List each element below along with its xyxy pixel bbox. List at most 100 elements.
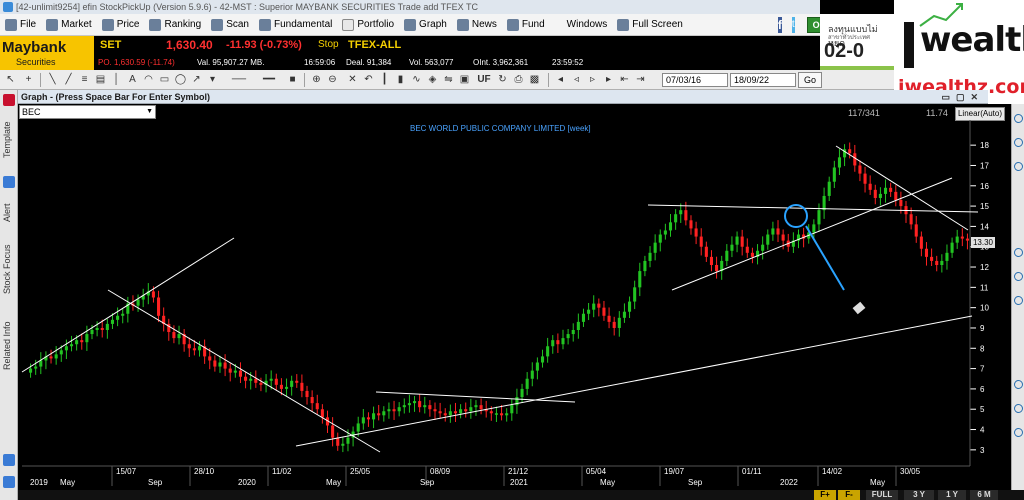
tool-circle-icon[interactable]: [1014, 272, 1023, 281]
scroll-next-icon[interactable]: ▹: [586, 73, 599, 86]
broker-sub: Securities: [16, 57, 56, 67]
tab-related-info[interactable]: Related Info: [2, 321, 12, 370]
text-tool-icon[interactable]: A: [126, 73, 139, 86]
tool-circle-icon[interactable]: [1014, 162, 1023, 171]
channel-tool-icon[interactable]: ≡: [78, 73, 91, 86]
expand-icon[interactable]: ⇤: [618, 73, 631, 86]
vline-tool-icon[interactable]: │: [110, 73, 123, 86]
scroll-first-icon[interactable]: ◂: [554, 73, 567, 86]
line-width-select[interactable]: ━━: [256, 73, 282, 86]
ad-banner[interactable]: ลงทุนแบบไม่หยุด สาขาทั่วประเทศ 02-0: [820, 14, 894, 70]
zoom-in-icon[interactable]: ⊕: [310, 73, 323, 86]
menu-item-ranking[interactable]: Ranking: [144, 14, 206, 36]
candle-type-icon[interactable]: ┃: [378, 73, 391, 86]
line-tool-icon[interactable]: ╲: [46, 73, 59, 86]
file-icon: [5, 18, 17, 31]
maybank-logo: Maybank Securities: [0, 36, 94, 70]
color-picker-icon[interactable]: ■: [286, 73, 299, 86]
style-tool-icon[interactable]: ▾: [206, 73, 219, 86]
menu-item-fund[interactable]: Fund: [502, 14, 550, 36]
broker-name: Maybank: [2, 39, 67, 56]
pointer-icon[interactable]: ↖: [4, 73, 17, 86]
menu-item-fundamental[interactable]: Fundamental: [254, 14, 337, 36]
uf-button[interactable]: UF: [476, 73, 492, 86]
tool-circle-icon[interactable]: [1014, 404, 1023, 413]
line-style-select[interactable]: ──: [226, 73, 252, 86]
menu-label: Market: [61, 19, 92, 30]
vol-value: Vol. 563,077: [409, 58, 454, 67]
menu-label: Portfolio: [357, 19, 395, 30]
date-to-input[interactable]: 18/09/22: [730, 73, 796, 87]
scan-icon: [211, 18, 224, 31]
bar-type-icon[interactable]: ▮: [394, 73, 407, 86]
menu-item-price[interactable]: Price: [97, 14, 145, 36]
tool-circle-icon[interactable]: [1014, 138, 1023, 147]
set-change: -11.93 (-0.73%): [226, 39, 302, 51]
zoom-out-icon[interactable]: ⊖: [326, 73, 339, 86]
font-bigger-icon[interactable]: F+: [814, 490, 836, 500]
graph-window-header: Graph - (Press Space Bar For Enter Symbo…: [18, 90, 988, 104]
ellipse-tool-icon[interactable]: ◯: [174, 73, 187, 86]
crosshair-icon[interactable]: +: [22, 73, 35, 86]
period-1y-button[interactable]: 1 Y: [938, 490, 966, 500]
window-controls[interactable]: ▭▢✕: [941, 90, 984, 104]
chart-area[interactable]: BEC ▼ 117/341 11.74 Linear(Auto): [18, 104, 1005, 490]
period-full-button[interactable]: FULL: [866, 490, 898, 500]
window-title: [42-unlimit9254] efin StockPickUp (Versi…: [16, 2, 479, 12]
go-button[interactable]: Go: [798, 72, 822, 88]
facebook-icon[interactable]: f: [777, 16, 782, 33]
tab-stock-focus[interactable]: Stock Focus: [2, 244, 12, 294]
graph-icon: [404, 18, 417, 31]
set-value: 1,630.40: [166, 38, 213, 52]
rect-tool-icon[interactable]: ▭: [158, 73, 171, 86]
arrow-tool-icon[interactable]: ↗: [190, 73, 203, 86]
tool-circle-icon[interactable]: [1014, 380, 1023, 389]
menu-item-windows[interactable]: Windows: [562, 14, 613, 36]
tool-circle-icon[interactable]: [1014, 428, 1023, 437]
scroll-prev-icon[interactable]: ◃: [570, 73, 583, 86]
fibo-tool-icon[interactable]: ▤: [94, 73, 107, 86]
menu-item-scan[interactable]: Scan: [206, 14, 254, 36]
period-3y-button[interactable]: 3 Y: [904, 490, 934, 500]
indicator-icon[interactable]: ◈: [426, 73, 439, 86]
menu-item-market[interactable]: Market: [41, 14, 97, 36]
trend-tool-icon[interactable]: ╱: [62, 73, 75, 86]
tool-circle-icon[interactable]: [1014, 114, 1023, 123]
menu-item-graph[interactable]: Graph: [399, 14, 452, 36]
compare-icon[interactable]: ⇋: [442, 73, 455, 86]
tool-circle-icon[interactable]: [1014, 248, 1023, 257]
delete-icon[interactable]: ✕: [346, 73, 359, 86]
menu-item-file[interactable]: File: [0, 14, 41, 36]
collapse-icon[interactable]: ⇥: [634, 73, 647, 86]
line-type-icon[interactable]: ∿: [410, 73, 423, 86]
print-icon[interactable]: ⎙: [512, 73, 525, 86]
symbol-input[interactable]: BEC ▼: [19, 105, 156, 119]
menu-item-news[interactable]: News: [452, 14, 502, 36]
tab-alert[interactable]: Alert: [2, 203, 12, 222]
chart-alt-icon[interactable]: [3, 476, 15, 488]
font-smaller-icon[interactable]: F-: [838, 490, 860, 500]
market-ticker: SET 1,630.40 -11.93 (-0.73%) Stop PO. 1,…: [0, 36, 820, 70]
scale-mode-button[interactable]: Linear(Auto): [955, 107, 1005, 121]
menu-item-full-screen[interactable]: Full Screen: [612, 14, 688, 36]
window-title-bar: [42-unlimit9254] efin StockPickUp (Versi…: [0, 0, 820, 14]
period-6m-button[interactable]: 6 M: [970, 490, 998, 500]
chart-icon[interactable]: [3, 454, 15, 466]
chart-toolbar: ↖ + ╲ ╱ ≡ ▤ │ A ◠ ▭ ◯ ↗ ▾ ── ━━ ■ ⊕ ⊖ ✕ …: [0, 70, 894, 90]
scroll-last-icon[interactable]: ▸: [602, 73, 615, 86]
arc-tool-icon[interactable]: ◠: [142, 73, 155, 86]
fundamental-icon: [258, 18, 271, 31]
save-icon[interactable]: ▩: [528, 73, 541, 86]
menu-item-portfolio[interactable]: Portfolio: [337, 14, 399, 36]
portfolio-icon: [342, 18, 355, 31]
tool-circle-icon[interactable]: [1014, 296, 1023, 305]
date-from-input[interactable]: 07/03/16: [662, 73, 728, 87]
refresh-icon[interactable]: ↻: [496, 73, 509, 86]
symbol-dropdown-icon[interactable]: ▼: [146, 106, 153, 118]
template-icon[interactable]: ▣: [458, 73, 471, 86]
tab-template[interactable]: Template: [2, 121, 12, 158]
fund-icon: [506, 18, 519, 31]
twitter-icon[interactable]: t: [791, 16, 795, 33]
iwealthz-watermark: wealthz iwealthz.com: [894, 0, 1024, 104]
undo-icon[interactable]: ↶: [362, 73, 375, 86]
